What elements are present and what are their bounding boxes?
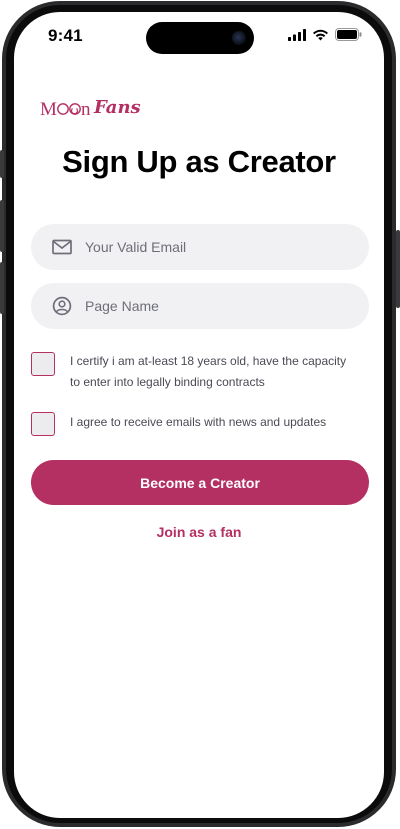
page-name-input[interactable] [83,297,337,315]
emails-consent-label: I agree to receive emails with news and … [70,415,327,429]
emails-consent-row: I agree to receive emails with news and … [31,412,371,436]
status-time: 9:41 [48,26,83,45]
volume-down-button [0,262,4,314]
become-creator-button[interactable]: Become a Creator [31,460,369,505]
svg-text:Fans: Fans [93,97,141,118]
user-circle-icon [51,295,73,317]
dynamic-island [146,22,254,54]
moonfans-logo-mark: M n Fans [40,97,141,120]
moonfans-logo: M n Fans [40,94,150,122]
page-name-field[interactable] [31,283,369,329]
email-field[interactable] [31,224,369,270]
age-consent-label: I certify i am at-least 18 years old, ha… [70,354,347,389]
age-consent-row: I certify i am at-least 18 years old, ha… [31,352,371,393]
power-button [396,230,400,308]
svg-text:M: M [40,99,57,120]
screen: 9:41 M n Fans Sign Up as Creator Your Va… [14,12,384,818]
join-as-fan-link[interactable]: Join as a fan [14,524,384,540]
side-button [0,150,4,178]
age-consent-checkbox[interactable] [31,352,55,376]
email-input[interactable] [83,238,337,256]
wifi-icon [313,29,328,40]
page-title: Sign Up as Creator [62,144,336,179]
emails-consent-checkbox[interactable] [31,412,55,436]
battery-icon [335,28,362,41]
svg-text:n: n [81,99,91,120]
camera-icon [232,31,246,45]
cellular-signal-icon [288,28,306,41]
mail-icon [51,236,73,258]
status-icons [288,28,362,41]
volume-up-button [0,200,4,252]
